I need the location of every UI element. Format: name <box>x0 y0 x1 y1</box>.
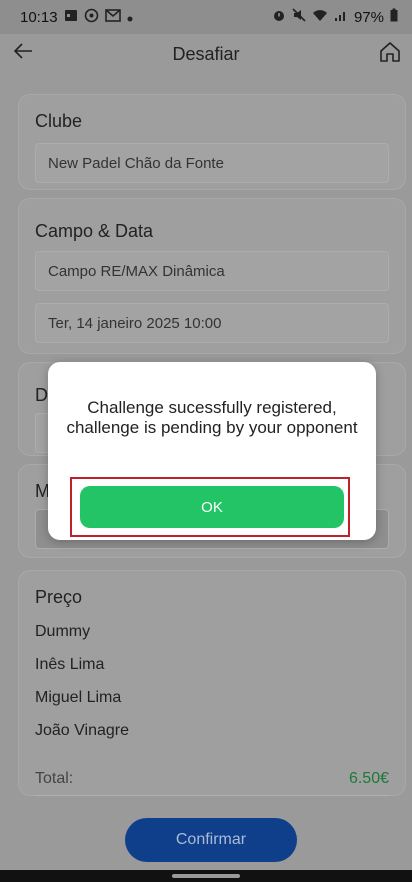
court-field[interactable]: Campo RE/MAX Dinâmica <box>35 251 389 291</box>
home-gesture-handle[interactable] <box>172 874 240 878</box>
total-row: Total: 6.50€ <box>35 763 389 796</box>
alarm-icon <box>272 8 286 26</box>
battery-level: 97% <box>353 8 384 26</box>
calendar-icon <box>64 8 78 26</box>
duration-title-peek: D <box>35 385 48 405</box>
page-title: Desafiar <box>172 43 240 64</box>
datetime-value: Ter, 14 janeiro 2025 10:00 <box>48 314 222 332</box>
clube-field[interactable]: New Padel Chão da Fonte <box>35 143 389 183</box>
signal-icon <box>334 9 348 26</box>
datetime-field[interactable]: Ter, 14 janeiro 2025 10:00 <box>35 303 389 343</box>
player-name: Inês Lima <box>35 656 105 673</box>
total-label: Total: <box>35 770 74 787</box>
clube-title: Clube <box>35 111 83 131</box>
preco-title: Preço <box>35 587 83 607</box>
status-bar: 10:13 97% <box>0 0 412 34</box>
home-icon[interactable] <box>378 40 402 69</box>
confirm-button[interactable]: Confirmar <box>125 818 297 862</box>
app-header: Desafiar <box>0 34 412 74</box>
clube-card: Clube New Padel Chão da Fonte <box>18 94 406 190</box>
preco-card: Preço Dummy Inês Lima Miguel Lima João V… <box>18 570 406 796</box>
whatsapp-icon <box>84 8 99 27</box>
dot-icon <box>127 9 133 26</box>
court-value: Campo RE/MAX Dinâmica <box>48 262 225 280</box>
battery-icon <box>390 8 398 26</box>
campo-data-card: Campo & Data Campo RE/MAX Dinâmica Ter, … <box>18 198 406 354</box>
ok-button[interactable]: OK <box>80 486 344 528</box>
status-right: 97% <box>272 8 398 26</box>
status-left: 10:13 <box>20 8 133 27</box>
total-value: 6.50€ <box>348 770 389 787</box>
status-time: 10:13 <box>20 8 58 26</box>
campo-data-title: Campo & Data <box>35 221 154 241</box>
back-arrow-icon[interactable] <box>12 38 36 70</box>
clube-value: New Padel Chão da Fonte <box>48 154 224 172</box>
success-dialog: Challenge sucessfully registered, challe… <box>48 362 376 540</box>
player-name: Dummy <box>35 623 91 640</box>
gmail-icon <box>104 8 121 26</box>
navigation-bar <box>0 870 412 882</box>
mute-icon <box>292 8 306 26</box>
player-name: Miguel Lima <box>35 689 122 706</box>
player-name: João Vinagre <box>35 722 129 739</box>
wifi-icon <box>312 9 328 26</box>
dialog-message: Challenge sucessfully registered, challe… <box>66 398 358 437</box>
